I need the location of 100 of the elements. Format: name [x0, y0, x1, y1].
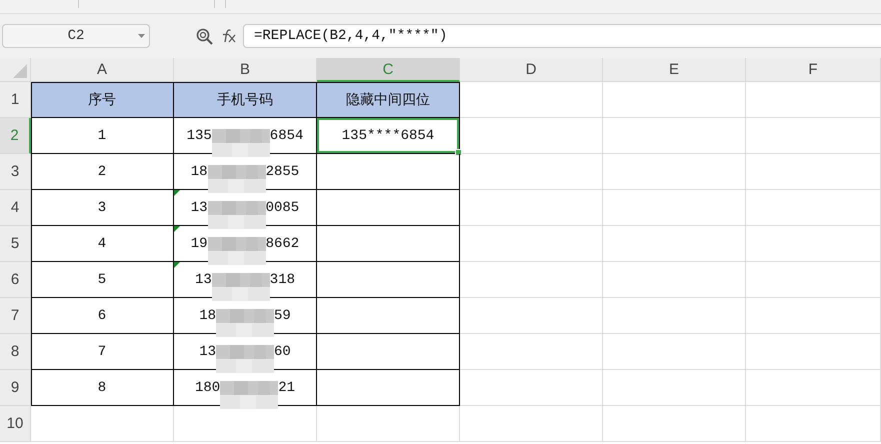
- phone-prefix: 18: [190, 164, 208, 180]
- empty-cell[interactable]: [460, 154, 603, 190]
- caret-icon: [138, 34, 145, 38]
- empty-cell[interactable]: [746, 82, 881, 118]
- empty-cell[interactable]: [603, 154, 746, 190]
- row-header[interactable]: 10: [0, 406, 31, 442]
- table-cell[interactable]: [317, 334, 460, 370]
- blur-drawing: [212, 128, 270, 156]
- table-cell[interactable]: 13 318: [174, 262, 317, 298]
- row-header[interactable]: 4: [0, 190, 31, 226]
- table-cell[interactable]: 4: [31, 226, 174, 262]
- phone-suffix: 59: [274, 308, 291, 324]
- empty-cell[interactable]: [603, 406, 746, 442]
- table-cell[interactable]: 135 6854: [174, 118, 317, 154]
- empty-cell[interactable]: [746, 262, 881, 298]
- table-cell[interactable]: 13 60: [174, 334, 317, 370]
- table-cell[interactable]: 5: [31, 262, 174, 298]
- table-cell[interactable]: 13 0085: [174, 190, 317, 226]
- blur-drawing: [208, 164, 266, 192]
- table-cell[interactable]: 2: [31, 154, 174, 190]
- empty-cell[interactable]: [460, 190, 603, 226]
- row-header[interactable]: 1: [0, 82, 31, 118]
- empty-cell[interactable]: [746, 226, 881, 262]
- phone-prefix: 180: [194, 380, 220, 396]
- row-header[interactable]: 5: [0, 226, 31, 262]
- phone-suffix: 6854: [270, 128, 304, 144]
- phone-suffix: 2855: [266, 164, 300, 180]
- empty-cell[interactable]: [603, 226, 746, 262]
- phone-prefix: 13: [199, 344, 216, 360]
- empty-cell[interactable]: [746, 154, 881, 190]
- empty-cell[interactable]: [317, 406, 460, 442]
- phone-suffix: 60: [274, 344, 291, 360]
- phone-suffix: 21: [278, 380, 296, 396]
- column-header[interactable]: F: [746, 58, 881, 82]
- table-cell[interactable]: 3: [31, 190, 174, 226]
- empty-cell[interactable]: [460, 118, 603, 154]
- table-cell[interactable]: 7: [31, 334, 174, 370]
- table-cell[interactable]: [317, 370, 460, 406]
- table-cell[interactable]: 手机号码: [174, 82, 317, 118]
- column-header[interactable]: B: [174, 58, 317, 82]
- column-header[interactable]: D: [460, 58, 603, 82]
- blur-drawing: [216, 308, 274, 336]
- empty-cell[interactable]: [603, 370, 746, 406]
- table-cell[interactable]: 6: [31, 298, 174, 334]
- empty-cell[interactable]: [746, 298, 881, 334]
- blur-drawing: [208, 236, 266, 264]
- phone-prefix: 18: [199, 308, 216, 324]
- table-cell[interactable]: [317, 154, 460, 190]
- formula-field[interactable]: =REPLACE(B2,4,4,"****"): [243, 24, 881, 48]
- empty-cell[interactable]: [746, 370, 881, 406]
- table-cell[interactable]: 8: [31, 370, 174, 406]
- empty-cell[interactable]: [460, 370, 603, 406]
- row-header[interactable]: 7: [0, 298, 31, 334]
- table-cell[interactable]: 18 2855: [174, 154, 317, 190]
- phone-prefix: 19: [190, 236, 208, 252]
- blur-drawing: [212, 272, 270, 300]
- name-box[interactable]: C2: [2, 24, 150, 48]
- table-cell[interactable]: 18 59: [174, 298, 317, 334]
- table-cell[interactable]: 1: [31, 118, 174, 154]
- empty-cell[interactable]: [746, 190, 881, 226]
- row-header[interactable]: 3: [0, 154, 31, 190]
- table-cell[interactable]: 隐藏中间四位: [317, 82, 460, 118]
- blur-drawing: [208, 200, 266, 228]
- empty-cell[interactable]: [603, 82, 746, 118]
- empty-cell[interactable]: [603, 262, 746, 298]
- blur-drawing: [216, 344, 274, 372]
- table-cell[interactable]: [317, 262, 460, 298]
- select-all-corner[interactable]: [0, 58, 31, 82]
- empty-cell[interactable]: [746, 334, 881, 370]
- empty-cell[interactable]: [603, 334, 746, 370]
- empty-cell[interactable]: [460, 406, 603, 442]
- empty-cell[interactable]: [460, 262, 603, 298]
- row-header[interactable]: 6: [0, 262, 31, 298]
- empty-cell[interactable]: [746, 406, 881, 442]
- table-cell[interactable]: 序号: [31, 82, 174, 118]
- column-header[interactable]: E: [603, 58, 746, 82]
- empty-cell[interactable]: [460, 334, 603, 370]
- phone-prefix: 13: [190, 200, 208, 216]
- phone-suffix: 318: [270, 272, 296, 288]
- row-header[interactable]: 9: [0, 370, 31, 406]
- empty-cell[interactable]: [460, 226, 603, 262]
- table-cell[interactable]: [317, 298, 460, 334]
- table-cell[interactable]: 19 8662: [174, 226, 317, 262]
- phone-prefix: 135: [186, 128, 212, 144]
- table-cell[interactable]: 180 21: [174, 370, 317, 406]
- empty-cell[interactable]: [174, 406, 317, 442]
- table-cell[interactable]: [317, 226, 460, 262]
- zoom-icon[interactable]: [196, 28, 213, 44]
- empty-cell[interactable]: [603, 118, 746, 154]
- table-cell[interactable]: [317, 190, 460, 226]
- row-header[interactable]: 8: [0, 334, 31, 370]
- table-cell[interactable]: 135****6854: [317, 118, 460, 154]
- empty-cell[interactable]: [746, 118, 881, 154]
- column-header[interactable]: A: [31, 58, 174, 82]
- empty-cell[interactable]: [603, 190, 746, 226]
- phone-suffix: 8662: [266, 236, 300, 252]
- empty-cell[interactable]: [603, 298, 746, 334]
- empty-cell[interactable]: [460, 298, 603, 334]
- fill-handle[interactable]: [455, 149, 462, 156]
- triangle-icon: [13, 64, 27, 78]
